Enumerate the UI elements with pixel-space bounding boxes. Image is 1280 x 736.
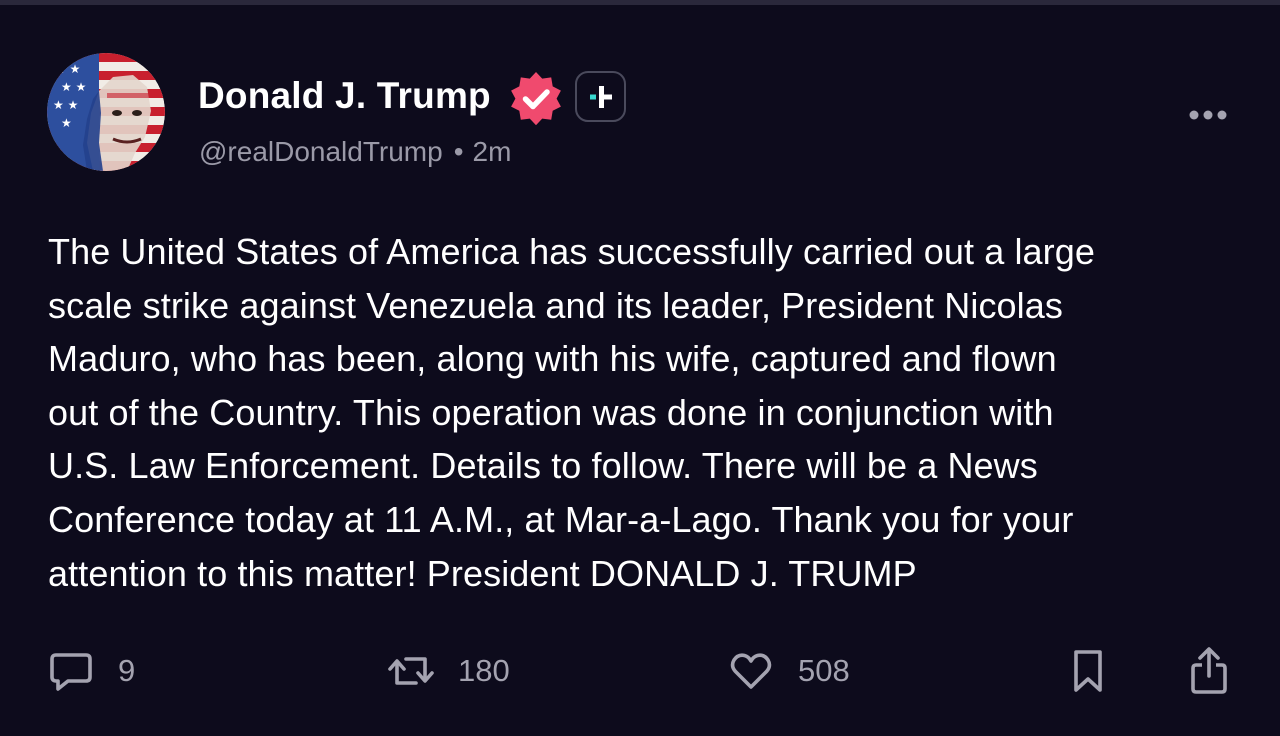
svg-text:★ ★: ★ ★	[55, 62, 80, 76]
more-options-icon[interactable]	[1188, 109, 1228, 121]
post-text: The United States of America has success…	[48, 231, 1096, 594]
share-icon	[1191, 647, 1227, 694]
like-button[interactable]: 508	[728, 645, 850, 697]
avatar[interactable]: ★ ★ ★ ★ ★ ★ ★	[47, 53, 165, 171]
svg-text:★ ★: ★ ★	[61, 80, 86, 94]
post-timestamp[interactable]: 2m	[473, 136, 512, 167]
svg-text:★: ★	[61, 116, 72, 130]
author-display-name[interactable]: Donald J. Trump	[198, 75, 491, 117]
plus-badge-icon	[590, 86, 612, 108]
reply-button[interactable]: 9	[48, 645, 135, 697]
retruth-button[interactable]: 180	[386, 645, 510, 697]
author-meta: @realDonaldTrump • 2m	[199, 136, 511, 168]
retruth-count: 180	[458, 653, 510, 688]
post-card: ★ ★ ★ ★ ★ ★ ★ Donald J. Trump @realDonal…	[0, 5, 1280, 736]
meta-separator: •	[453, 136, 464, 167]
like-count: 508	[798, 653, 850, 688]
reply-icon	[50, 653, 92, 691]
heart-icon	[730, 653, 772, 689]
author-handle[interactable]: @realDonaldTrump	[199, 136, 443, 167]
share-button[interactable]	[1188, 645, 1230, 697]
svg-text:★ ★: ★ ★	[53, 98, 78, 112]
reply-count: 9	[118, 653, 136, 688]
plus-badge[interactable]	[575, 71, 626, 122]
retruth-icon	[388, 657, 434, 685]
verified-badge-icon	[511, 72, 561, 125]
bookmark-icon	[1074, 650, 1102, 692]
bookmark-button[interactable]	[1068, 645, 1108, 697]
avatar-flag-portrait-icon: ★ ★ ★ ★ ★ ★ ★	[47, 53, 165, 171]
